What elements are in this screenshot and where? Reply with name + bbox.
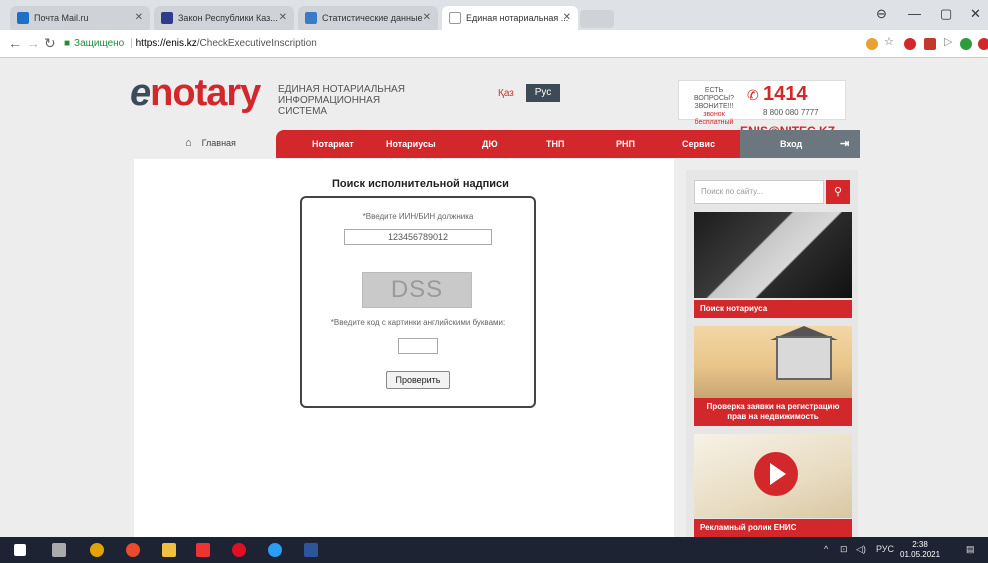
close-window-icon[interactable]: ✕ xyxy=(970,6,981,22)
tray-chevron-icon[interactable]: ^ xyxy=(824,544,828,554)
input-language[interactable]: РУС xyxy=(876,544,894,554)
law-icon xyxy=(161,12,173,24)
banner-promo-video[interactable]: Рекламный ролик ЕНИС xyxy=(694,434,852,537)
house-icon xyxy=(776,336,832,380)
page-icon xyxy=(449,12,461,24)
url-input[interactable]: ■ Защищено | https://enis.kz/CheckExecutiv… xyxy=(64,34,854,54)
search-form: *Введите ИИН/БИН должника 123456789012 D… xyxy=(300,196,536,408)
banner-caption: Проверка заявки на регистрацию прав на н… xyxy=(694,398,852,426)
edge-icon[interactable] xyxy=(268,543,282,557)
banner-caption: Поиск нотариуса xyxy=(694,300,852,318)
tab-stats[interactable]: Статистические данные ✕ xyxy=(298,6,438,30)
opera-taskbar-icon[interactable] xyxy=(232,543,246,557)
nav-menu: Нотариат Нотариусы ДЮ ТНП РНП Сервис xyxy=(276,130,740,158)
check-button[interactable]: Проверить xyxy=(386,371,450,389)
volume-icon[interactable]: ◁) xyxy=(856,544,866,555)
site-header: enotary ЕДИНАЯ НОТАРИАЛЬНАЯ ИНФОРМАЦИОНН… xyxy=(130,66,860,138)
search-icon: ⚲ xyxy=(833,186,843,198)
captcha-image: DSS xyxy=(362,272,472,308)
word-icon[interactable] xyxy=(304,543,318,557)
main-content: Поиск исполнительной надписи *Введите ИИ… xyxy=(134,159,674,537)
profile-icon[interactable]: ⊖ xyxy=(876,6,887,22)
system-clock[interactable]: 2:38 01.05.2021 xyxy=(900,540,940,560)
back-icon[interactable]: ← xyxy=(8,35,22,51)
close-tab-icon[interactable]: ✕ xyxy=(563,6,571,30)
captcha-input[interactable] xyxy=(398,338,438,354)
extension-icon[interactable] xyxy=(924,38,936,50)
banner-property-check[interactable]: Проверка заявки на регистрацию прав на н… xyxy=(694,326,852,426)
iin-label: *Введите ИИН/БИН должника xyxy=(362,212,474,221)
hotline-banner: ЕСТЬ ВОПРОСЫ? ЗВОНИТЕ!!! звонок бесплатн… xyxy=(678,80,846,126)
secure-label: Защищено xyxy=(74,38,125,49)
app-icon[interactable] xyxy=(90,543,104,557)
notifications-icon[interactable]: ▤ xyxy=(966,544,975,555)
taskbar: ^ ⊡ ◁) РУС 2:38 01.05.2021 ▤ xyxy=(0,537,988,563)
tab-label: Единая нотариальная ... xyxy=(466,13,569,23)
nav-item-rnp[interactable]: РНП xyxy=(616,139,635,149)
tab-label: Статистические данные xyxy=(322,13,423,23)
login-icon: ⇥ xyxy=(840,138,850,150)
nav-item-notaries[interactable]: Нотариусы xyxy=(386,139,436,149)
bookmark-star-icon[interactable]: ☆ xyxy=(884,35,896,48)
explorer-icon[interactable] xyxy=(162,543,176,557)
page-title: Поиск исполнительной надписи xyxy=(332,178,509,190)
extension-red-icon[interactable] xyxy=(978,38,988,50)
system-name: ЕДИНАЯ НОТАРИАЛЬНАЯ ИНФОРМАЦИОННАЯ СИСТЕ… xyxy=(278,84,405,117)
lang-rus-button[interactable]: Рус xyxy=(526,84,560,102)
captcha-label: *Введите код с картинки английскими букв… xyxy=(330,318,506,327)
banner-find-notary[interactable]: Поиск нотариуса xyxy=(694,212,852,318)
hotline-question: ЕСТЬ ВОПРОСЫ? ЗВОНИТЕ!!! звонок бесплатн… xyxy=(693,87,735,126)
browser-tab-bar: Почта Mail.ru ✕ Закон Республики Каз... … xyxy=(0,0,988,30)
nav-item-notariat[interactable]: Нотариат xyxy=(312,139,354,149)
minimize-icon[interactable]: — xyxy=(908,6,921,21)
chrome-icon[interactable] xyxy=(126,543,140,557)
url-path: /CheckExecutiveInscription xyxy=(196,38,317,49)
new-tab-button[interactable] xyxy=(580,10,614,28)
iin-input[interactable]: 123456789012 xyxy=(344,229,492,245)
translate-icon[interactable] xyxy=(866,38,878,50)
phone-icon: ✆ xyxy=(747,87,759,103)
forward-icon[interactable]: → xyxy=(26,35,40,51)
lang-kaz-link[interactable]: Қаз xyxy=(498,88,514,99)
close-tab-icon[interactable]: ✕ xyxy=(135,6,143,30)
url-host: https://enis.kz xyxy=(135,38,197,49)
yandex-icon[interactable] xyxy=(196,543,210,557)
site-search-input[interactable]: Поиск по сайту... xyxy=(694,180,824,204)
hotline-number: 1414 xyxy=(763,83,808,105)
tab-label: Почта Mail.ru xyxy=(34,13,89,23)
network-icon[interactable]: ⊡ xyxy=(840,544,848,555)
sidebar: Поиск по сайту... ⚲ Поиск нотариуса Пров… xyxy=(686,170,858,537)
close-tab-icon[interactable]: ✕ xyxy=(279,6,287,30)
nav-item-service[interactable]: Сервис xyxy=(682,139,715,149)
maximize-icon[interactable]: ▢ xyxy=(940,6,952,22)
nav-item-tnp[interactable]: ТНП xyxy=(546,139,564,149)
home-icon: ⌂ xyxy=(185,137,192,149)
close-tab-icon[interactable]: ✕ xyxy=(423,6,431,30)
login-button[interactable]: Вход ⇥ xyxy=(740,130,860,158)
nav-home[interactable]: ⌂ Главная xyxy=(185,137,236,149)
main-nav: ⌂ Главная Нотариат Нотариусы ДЮ ТНП РНП С… xyxy=(130,130,860,158)
stats-icon xyxy=(305,12,317,24)
web-page: enotary ЕДИНАЯ НОТАРИАЛЬНАЯ ИНФОРМАЦИОНН… xyxy=(0,58,988,537)
mail-icon xyxy=(17,12,29,24)
task-view-icon[interactable] xyxy=(52,543,66,557)
hotline-number-alt: 8 800 080 7777 xyxy=(763,108,819,117)
search-button[interactable]: ⚲ xyxy=(826,180,850,204)
cast-icon[interactable]: ▷ xyxy=(944,35,956,48)
nav-item-dyu[interactable]: ДЮ xyxy=(482,139,498,149)
tab-mail[interactable]: Почта Mail.ru ✕ xyxy=(10,6,150,30)
notary-photo xyxy=(694,212,852,298)
tab-label: Закон Республики Каз... xyxy=(178,13,278,23)
opera-icon[interactable] xyxy=(904,38,916,50)
reload-icon[interactable]: ↻ xyxy=(44,35,56,52)
extension-green-icon[interactable] xyxy=(960,38,972,50)
tab-enis[interactable]: Единая нотариальная ... ✕ xyxy=(442,6,578,30)
start-icon[interactable] xyxy=(14,544,26,556)
address-bar: ← → ↻ ■ Защищено | https://enis.kz/CheckEx… xyxy=(0,30,988,58)
lock-icon: ■ xyxy=(64,38,71,49)
site-logo[interactable]: enotary xyxy=(130,72,261,115)
tab-law[interactable]: Закон Республики Каз... ✕ xyxy=(154,6,294,30)
banner-caption: Рекламный ролик ЕНИС xyxy=(694,519,852,537)
play-icon[interactable] xyxy=(754,452,798,496)
